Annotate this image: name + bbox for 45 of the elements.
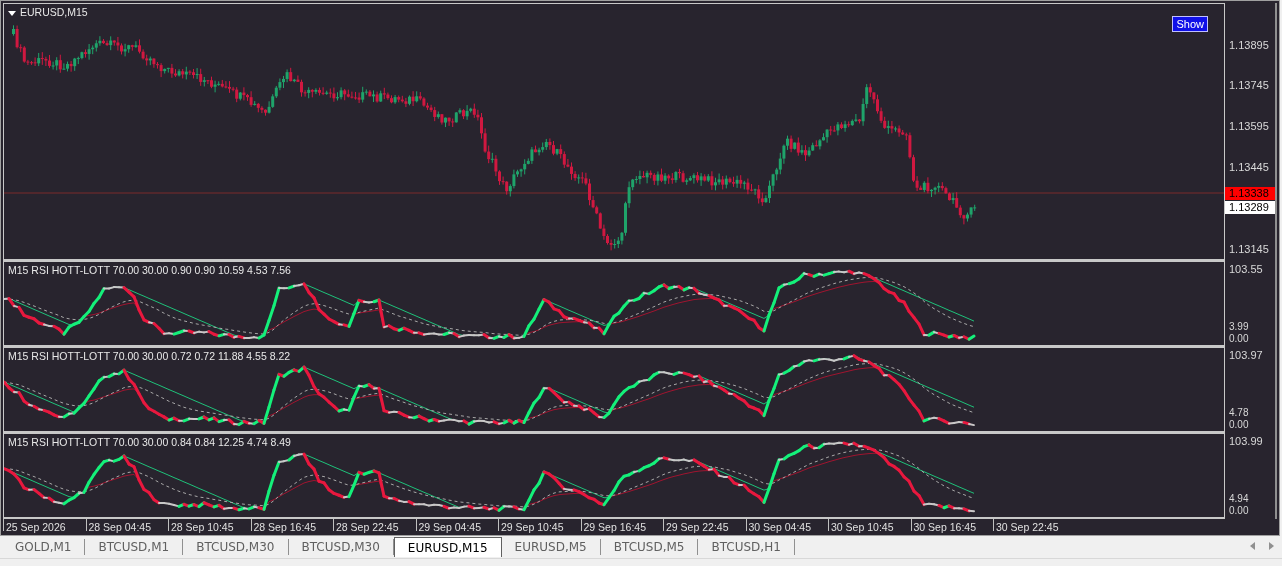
time-label: 25 Sep 2026: [3, 519, 86, 531]
scroll-right-icon[interactable]: [1269, 542, 1274, 550]
time-label: 30 Sep 10:45: [828, 519, 911, 531]
time-label: 28 Sep 10:45: [168, 519, 251, 531]
price-tick: 1.13895: [1229, 39, 1269, 51]
indicator-axis-tick: 0.00: [1229, 333, 1249, 345]
time-label: 28 Sep 22:45: [333, 519, 416, 531]
price-tick: 1.13145: [1229, 243, 1269, 255]
indicator-title: M15 RSI HOTT-LOTT 70.00 30.00 0.90 0.90 10.59 4.53 7.56: [8, 264, 291, 276]
time-label: 28 Sep 04:45: [85, 519, 168, 531]
chart-tab[interactable]: GOLD,M1: [2, 539, 86, 555]
price-tick: 1.13445: [1229, 161, 1269, 173]
indicator-title: M15 RSI HOTT-LOTT 70.00 30.00 0.72 0.72 11.88 4.55 8.22: [8, 350, 291, 362]
indicator-axis-tick: 103.97: [1229, 349, 1263, 361]
chart-tab[interactable]: BTCUSD,M1: [85, 539, 184, 555]
indicator-axis-tick: 4.94: [1229, 493, 1249, 505]
bid-price-label: 1.13338: [1225, 187, 1275, 200]
time-label: 29 Sep 22:45: [663, 519, 746, 531]
time-label: 29 Sep 10:45: [498, 519, 581, 531]
indicator-axis-tick: 3.99: [1229, 321, 1249, 333]
indicator-axis-tick: 0.00: [1229, 505, 1249, 517]
time-label: 29 Sep 16:45: [580, 519, 663, 531]
indicator-axis-tick: 4.78: [1229, 407, 1249, 419]
time-label: 30 Sep 22:45: [993, 519, 1076, 531]
chart-tab[interactable]: BTCUSD,M5: [600, 539, 699, 555]
indicator-axis-tick: 103.55: [1229, 263, 1263, 275]
time-label: 30 Sep 04:45: [745, 519, 828, 531]
ask-price-label: 1.13289: [1225, 201, 1275, 214]
show-button[interactable]: Show: [1172, 16, 1208, 32]
indicator-axis-tick: 103.99: [1229, 435, 1263, 447]
price-tick: 1.13595: [1229, 120, 1269, 132]
chart-tab[interactable]: BTCUSD,H1: [698, 539, 795, 555]
chart-tab[interactable]: EURUSD,M15: [393, 537, 502, 557]
chart-tab[interactable]: BTCUSD,M30: [183, 539, 289, 555]
time-label: 30 Sep 16:45: [910, 519, 993, 531]
chart-tab[interactable]: BTCUSD,M30: [288, 539, 394, 555]
indicator-axis-tick: 0.00: [1229, 419, 1249, 431]
indicator-title: M15 RSI HOTT-LOTT 70.00 30.00 0.84 0.84 12.25 4.74 8.49: [8, 436, 291, 448]
time-label: 29 Sep 04:45: [415, 519, 498, 531]
scroll-left-icon[interactable]: [1250, 542, 1255, 550]
time-label: 28 Sep 16:45: [250, 519, 333, 531]
symbol-label: EURUSD,M15: [20, 6, 88, 18]
chart-tab[interactable]: EURUSD,M5: [501, 539, 601, 555]
price-tick: 1.13745: [1229, 79, 1269, 91]
dropdown-icon[interactable]: [8, 10, 16, 16]
